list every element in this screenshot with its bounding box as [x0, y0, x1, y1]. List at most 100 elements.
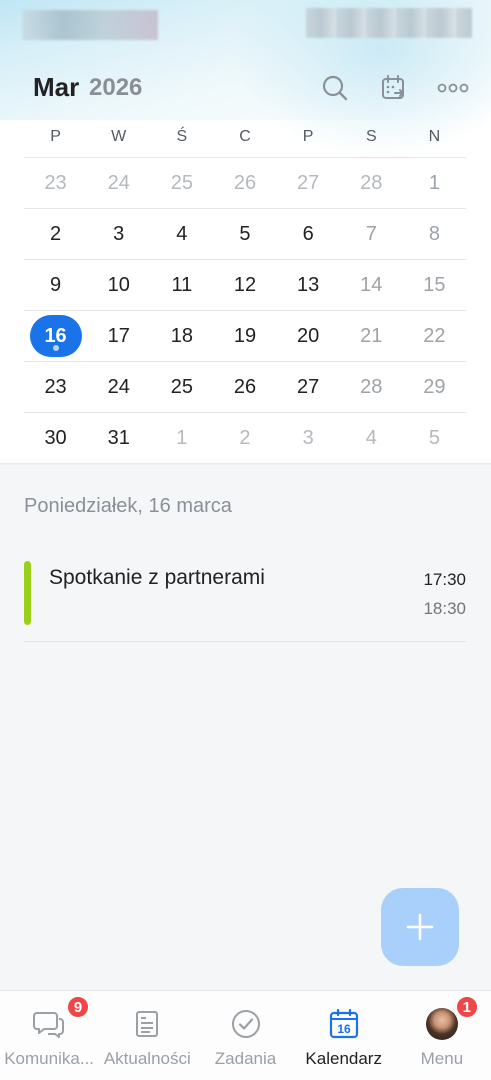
day-cell[interactable]: 21 [340, 311, 403, 361]
day-number: 1 [176, 426, 188, 449]
event-item[interactable]: Spotkanie z partnerami 17:30 18:30 [24, 558, 466, 642]
day-cell[interactable]: 2 [213, 413, 276, 463]
day-cell[interactable]: 5 [213, 209, 276, 259]
divider [0, 463, 491, 466]
day-cell[interactable]: 23 [24, 158, 87, 208]
day-number: 24 [107, 171, 130, 194]
calendar-share-button[interactable] [374, 68, 414, 108]
nav-label: Kalendarz [305, 1049, 382, 1068]
day-number: 3 [302, 426, 314, 449]
day-number: 9 [50, 273, 62, 296]
day-cell[interactable]: 7 [340, 209, 403, 259]
day-cell[interactable]: 31 [87, 413, 150, 463]
day-cell[interactable]: 1 [150, 413, 213, 463]
day-number: 10 [107, 273, 130, 296]
day-number: 31 [107, 426, 130, 449]
title-row: Mar 2026 [0, 68, 491, 108]
day-number: 25 [170, 375, 193, 398]
month-title[interactable]: Mar [33, 72, 79, 103]
day-cell[interactable]: 15 [403, 260, 466, 310]
avatar [425, 1007, 459, 1041]
day-number: 28 [360, 171, 383, 194]
day-cell[interactable]: 27 [277, 362, 340, 412]
day-cell[interactable]: 25 [150, 158, 213, 208]
more-button[interactable] [433, 68, 473, 108]
day-cell[interactable]: 22 [403, 311, 466, 361]
day-number: 23 [44, 375, 67, 398]
day-number: 30 [44, 426, 67, 449]
calendar-header-panel: Mar 2026 P W Ś C P S N 23 24 25 26 27 28… [0, 0, 491, 465]
nav-item-messages[interactable]: 9 Komunika... [0, 991, 98, 1080]
day-cell[interactable]: 30 [24, 413, 87, 463]
day-cell[interactable]: 4 [340, 413, 403, 463]
nav-item-news[interactable]: Aktualności [98, 991, 196, 1080]
day-cell[interactable]: 11 [150, 260, 213, 310]
day-number: 12 [233, 273, 257, 296]
week-row: 2 3 4 5 6 7 8 [24, 208, 466, 259]
day-cell[interactable]: 9 [24, 260, 87, 310]
day-number: 4 [176, 222, 188, 245]
day-number: 1 [428, 171, 440, 194]
day-number: 21 [360, 324, 383, 347]
agenda-date-heading: Poniedziałek, 16 marca [24, 495, 232, 517]
day-cell[interactable]: 14 [340, 260, 403, 310]
day-cell[interactable]: 5 [403, 413, 466, 463]
day-number: 28 [360, 375, 383, 398]
day-cell[interactable]: 2 [24, 209, 87, 259]
status-bar [0, 0, 491, 48]
day-cell[interactable]: 10 [87, 260, 150, 310]
day-cell[interactable]: 28 [340, 362, 403, 412]
svg-text:16: 16 [337, 1022, 351, 1036]
day-cell[interactable]: 3 [277, 413, 340, 463]
day-cell[interactable]: 24 [87, 362, 150, 412]
weekday-label: S [365, 128, 377, 145]
day-cell[interactable]: 20 [277, 311, 340, 361]
day-number: 4 [365, 426, 377, 449]
day-number: 5 [239, 222, 251, 245]
day-cell[interactable]: 3 [87, 209, 150, 259]
weekday-label: W [111, 128, 127, 145]
search-button[interactable] [315, 68, 355, 108]
day-number: 2 [50, 222, 62, 245]
day-cell[interactable]: 12 [213, 260, 276, 310]
nav-item-tasks[interactable]: Zadania [196, 991, 294, 1080]
day-number: 3 [113, 222, 125, 245]
day-cell[interactable]: 13 [277, 260, 340, 310]
day-cell[interactable]: 26 [213, 362, 276, 412]
status-bar-left-blurred [22, 10, 158, 40]
nav-item-calendar[interactable]: 16 Kalendarz [295, 991, 393, 1080]
day-cell[interactable]: 28 [340, 158, 403, 208]
day-cell[interactable]: 26 [213, 158, 276, 208]
day-cell[interactable]: 4 [150, 209, 213, 259]
add-event-button[interactable] [381, 888, 459, 966]
day-cell[interactable]: 6 [277, 209, 340, 259]
day-number: 15 [423, 273, 446, 296]
day-number: 17 [107, 324, 130, 347]
bottom-navigation: 9 Komunika... Aktualności Zadania 16 Kal… [0, 990, 491, 1080]
day-number: 26 [233, 171, 257, 194]
year-title[interactable]: 2026 [89, 74, 142, 102]
day-cell-today[interactable]: 16 [24, 311, 87, 361]
status-bar-right-blurred [306, 8, 472, 38]
day-cell[interactable]: 23 [24, 362, 87, 412]
search-icon [322, 75, 348, 101]
day-cell[interactable]: 19 [213, 311, 276, 361]
nav-item-menu[interactable]: 1 Menu [393, 991, 491, 1080]
day-number: 26 [233, 375, 257, 398]
day-cell[interactable]: 17 [87, 311, 150, 361]
day-number: 7 [365, 222, 377, 245]
day-cell[interactable]: 1 [403, 158, 466, 208]
day-cell[interactable]: 25 [150, 362, 213, 412]
week-row: 23 24 25 26 27 28 1 [24, 157, 466, 208]
day-number: 8 [428, 222, 440, 245]
weekday-label: P [302, 128, 314, 145]
day-cell[interactable]: 27 [277, 158, 340, 208]
day-cell[interactable]: 29 [403, 362, 466, 412]
nav-label: Menu [420, 1049, 464, 1068]
check-circle-icon [229, 1007, 263, 1041]
day-cell[interactable]: 24 [87, 158, 150, 208]
day-cell[interactable]: 8 [403, 209, 466, 259]
day-cell[interactable]: 18 [150, 311, 213, 361]
weekday-label: C [239, 128, 251, 145]
event-color-bar [24, 561, 31, 625]
